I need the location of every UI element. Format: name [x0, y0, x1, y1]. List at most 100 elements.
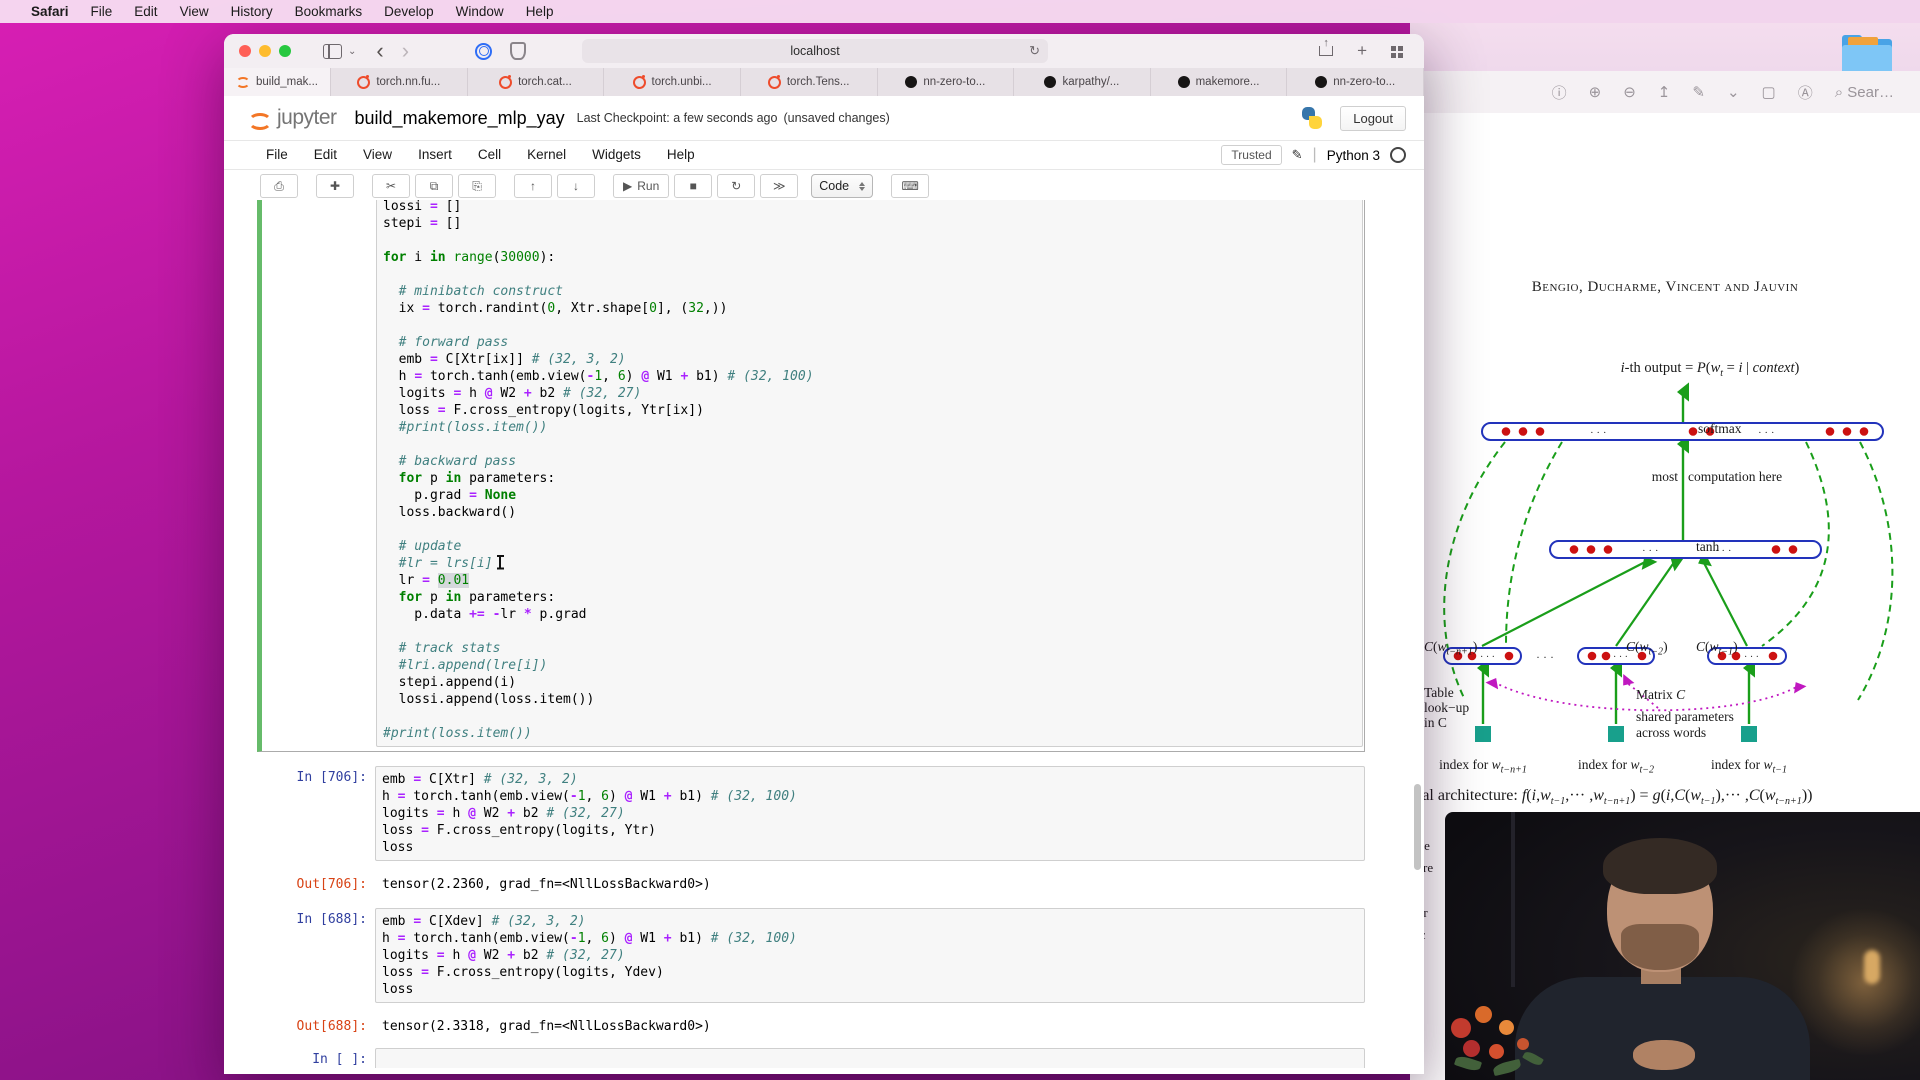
code-cell-empty[interactable]: In [ ]:	[257, 1048, 1365, 1068]
jupyter-menu-insert[interactable]: Insert	[418, 147, 452, 162]
jupyter-menu-cell[interactable]: Cell	[478, 147, 501, 162]
run-button[interactable]: ▶ Run	[613, 174, 670, 198]
input-prompt: In [ ]:	[312, 1052, 367, 1067]
input-prompt: In [706]:	[296, 770, 367, 785]
restart-run-all-button[interactable]: ≫	[760, 174, 799, 198]
info-icon[interactable]: ⓘ	[1552, 82, 1567, 103]
minimize-button[interactable]	[259, 45, 271, 57]
move-cell-up-button[interactable]: ↑	[514, 174, 552, 198]
jupyter-menu-edit[interactable]: Edit	[314, 147, 337, 162]
forward-button[interactable]: ›	[402, 40, 409, 62]
kernel-status-icon	[1390, 147, 1406, 163]
jupyter-logo[interactable]: jupyter	[248, 106, 337, 130]
menubar-item-safari[interactable]: Safari	[20, 4, 80, 19]
shared-params-label: shared parameters across words	[1636, 709, 1734, 740]
github-favicon	[1044, 76, 1057, 88]
code-editor[interactable]: emb = C[Xdev] # (32, 3, 2) h = torch.tanh…	[382, 913, 1358, 998]
jupyter-menu-view[interactable]: View	[363, 147, 392, 162]
reload-icon[interactable]: ↻	[1029, 43, 1040, 59]
code-editor[interactable]: emb = C[Xtr] # (32, 3, 2) h = torch.tanh(…	[382, 771, 1358, 856]
jupyter-menu-help[interactable]: Help	[667, 147, 695, 162]
chevron-down-icon[interactable]: ⌄	[1727, 83, 1740, 101]
annotate-icon[interactable]: Ⓐ	[1798, 82, 1813, 103]
sidebar-icon[interactable]	[323, 43, 342, 59]
menubar-item-bookmarks[interactable]: Bookmarks	[284, 4, 374, 19]
stop-button[interactable]: ■	[674, 174, 713, 198]
trusted-badge[interactable]: Trusted	[1221, 145, 1282, 165]
safari-tab-8[interactable]: makemore...	[1151, 68, 1288, 96]
folder-icon[interactable]	[1842, 35, 1892, 73]
code-editor[interactable]: lossi = [] stepi = [] for i in range(3000…	[383, 200, 1356, 742]
safari-tab-6[interactable]: nn-zero-to...	[878, 68, 1015, 96]
password-extension-icon[interactable]	[475, 42, 493, 60]
safari-tab-5[interactable]: torch.Tens...	[741, 68, 878, 96]
input-prompt: In [688]:	[296, 912, 367, 927]
search-field[interactable]: ⌕ Sear…	[1835, 84, 1894, 101]
svg-text:· · ·: · · ·	[1536, 650, 1554, 664]
safari-tab-2[interactable]: torch.nn.fu...	[331, 68, 468, 96]
code-cell-training-loop[interactable]: lossi = [] stepi = [] for i in range(3000…	[257, 200, 1365, 752]
code-cell-706[interactable]: In [706]: emb = C[Xtr] # (32, 3, 2) h = t…	[257, 766, 1365, 861]
menubar-item-develop[interactable]: Develop	[373, 4, 445, 19]
back-button[interactable]: ‹	[376, 40, 383, 62]
cut-cell-button[interactable]: ✂	[372, 174, 410, 198]
pytorch-favicon	[357, 74, 371, 89]
restart-kernel-button[interactable]: ↻	[717, 174, 756, 198]
markup-icon[interactable]: ✎	[1692, 83, 1705, 101]
menubar-item-edit[interactable]: Edit	[123, 4, 168, 19]
paper-architecture-formula: ral architecture: f(i,wt−1,··· ,wt−n+1) …	[1417, 787, 1813, 808]
jupyter-menu-widgets[interactable]: Widgets	[592, 147, 641, 162]
jupyter-menu-kernel[interactable]: Kernel	[527, 147, 566, 162]
new-tab-button[interactable]: +	[1357, 41, 1367, 61]
tab-overview-icon[interactable]	[1391, 45, 1396, 51]
zoom-in-icon[interactable]: ⊕	[1589, 83, 1602, 101]
presenter-hair	[1603, 838, 1717, 894]
menubar-item-window[interactable]: Window	[445, 4, 515, 19]
safari-tab-1[interactable]: build_mak...	[224, 68, 331, 96]
github-favicon	[905, 76, 918, 88]
empty-code-editor[interactable]	[375, 1048, 1365, 1068]
scrollbar[interactable]	[1414, 784, 1421, 870]
macos-menubar: Safari File Edit View History Bookmarks Develo…	[0, 0, 1920, 23]
menubar-item-help[interactable]: Help	[515, 4, 565, 19]
add-cell-button[interactable]: ✚	[316, 174, 354, 198]
crop-icon[interactable]: ▢	[1762, 83, 1776, 101]
menubar-item-file[interactable]: File	[80, 4, 124, 19]
maximize-button[interactable]	[279, 45, 291, 57]
index-label-left: index for wt−n+1	[1439, 757, 1527, 776]
webcam-video	[1445, 812, 1920, 1080]
move-cell-down-button[interactable]: ↓	[557, 174, 595, 198]
command-palette-button[interactable]: ⌨	[891, 174, 930, 198]
jupyter-menu-file[interactable]: File	[266, 147, 288, 162]
zoom-out-icon[interactable]: ⊖	[1623, 83, 1636, 101]
notebook-title[interactable]: build_makemore_mlp_yay	[355, 108, 565, 129]
kernel-name[interactable]: Python 3	[1327, 148, 1380, 163]
copy-cell-button[interactable]: ⧉	[415, 174, 453, 198]
safari-tab-3[interactable]: torch.cat...	[468, 68, 605, 96]
python-logo-icon	[1300, 106, 1324, 130]
github-favicon	[1177, 76, 1190, 88]
output-area-706: Out[706]: tensor(2.2360, grad_fn=<NllLos…	[257, 873, 1365, 892]
shield-extension-icon[interactable]	[510, 42, 527, 60]
nnlm-diagram: · · · · · · · · · · · · · · · · · · · · …	[1443, 382, 1894, 742]
menubar-item-history[interactable]: History	[220, 4, 284, 19]
most-label: most	[1651, 469, 1678, 484]
share-icon[interactable]: ↥	[1658, 83, 1671, 101]
svg-text:· · ·: · · ·	[1590, 427, 1607, 439]
share-icon[interactable]	[1319, 46, 1334, 56]
edit-title-icon[interactable]: ✎	[1292, 147, 1303, 163]
safari-tab-9[interactable]: nn-zero-to...	[1287, 68, 1424, 96]
notebook-body: lossi = [] stepi = [] for i in range(3000…	[224, 200, 1416, 1068]
paste-cell-button[interactable]: ⎘	[458, 174, 496, 198]
logout-button[interactable]: Logout	[1340, 105, 1406, 131]
close-button[interactable]	[239, 45, 251, 57]
save-button[interactable]: ⎙	[260, 174, 298, 198]
cell-type-select[interactable]: Code	[811, 174, 874, 198]
menubar-item-view[interactable]: View	[169, 4, 220, 19]
safari-tab-4[interactable]: torch.unbi...	[604, 68, 741, 96]
safari-tab-7[interactable]: karpathy/...	[1014, 68, 1151, 96]
address-bar[interactable]: localhost ↻	[582, 39, 1048, 63]
chevron-down-icon[interactable]: ⌄	[348, 46, 356, 57]
output-area-688: Out[688]: tensor(2.3318, grad_fn=<NllLos…	[257, 1015, 1365, 1034]
code-cell-688[interactable]: In [688]: emb = C[Xdev] # (32, 3, 2) h = …	[257, 908, 1365, 1003]
